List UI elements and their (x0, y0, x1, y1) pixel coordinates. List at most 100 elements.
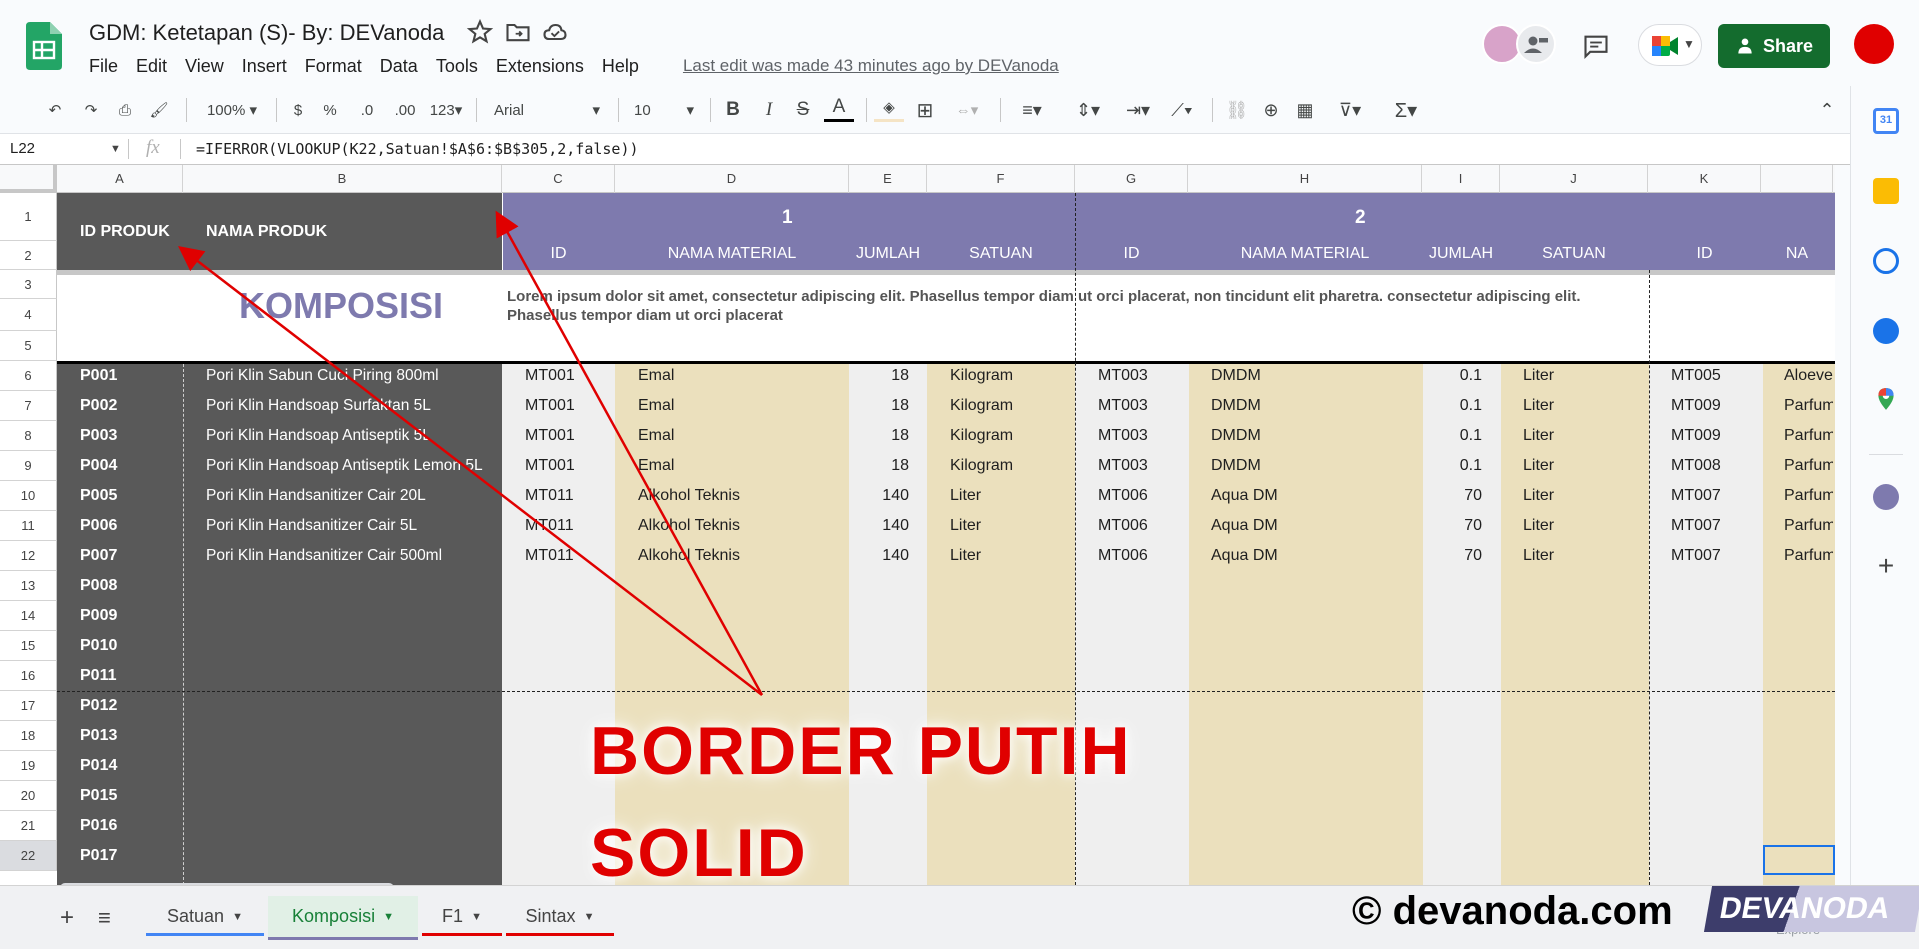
percent-format-button[interactable]: % (318, 94, 342, 126)
undo-icon[interactable]: ↶ (40, 94, 70, 126)
account-avatar[interactable] (1854, 24, 1894, 64)
row-header[interactable]: 6 (0, 361, 57, 391)
add-sheet-icon[interactable]: + (60, 900, 74, 936)
row-header[interactable]: 19 (0, 751, 57, 781)
insert-link-icon[interactable]: ⛓ (1222, 94, 1252, 126)
filter-icon[interactable]: ⊽▾ (1328, 94, 1372, 126)
star-icon[interactable] (466, 18, 494, 46)
document-title[interactable]: GDM: Ketetapan (S)- By: DEVanoda (89, 20, 444, 46)
print-icon[interactable]: ⎙ (110, 94, 140, 126)
zoom-select[interactable]: 100% ▾ (196, 94, 268, 126)
cloud-status-icon[interactable] (541, 18, 569, 46)
menu-edit[interactable]: Edit (136, 56, 167, 77)
menu-help[interactable]: Help (602, 56, 639, 77)
row-header[interactable]: 4 (0, 299, 57, 331)
tab-f1[interactable]: F1 ▼ (422, 900, 502, 936)
column-header[interactable]: H (1188, 165, 1422, 193)
select-all-corner[interactable] (0, 165, 57, 193)
share-button[interactable]: Share (1718, 24, 1830, 68)
row-header[interactable]: 18 (0, 721, 57, 751)
row-header[interactable]: 12 (0, 541, 57, 571)
move-folder-icon[interactable] (504, 18, 532, 46)
row-header[interactable]: 20 (0, 781, 57, 811)
tab-sintax[interactable]: Sintax ▼ (506, 900, 614, 936)
menu-insert[interactable]: Insert (242, 56, 287, 77)
row-header[interactable]: 11 (0, 511, 57, 541)
text-wrapping-icon[interactable]: ⇥▾ (1116, 94, 1160, 126)
decrease-decimal-button[interactable]: .0 (352, 94, 382, 126)
row-header[interactable]: 21 (0, 811, 57, 841)
column-header[interactable]: D (615, 165, 849, 193)
all-sheets-icon[interactable]: ≡ (98, 900, 111, 936)
menu-format[interactable]: Format (305, 56, 362, 77)
tab-satuan[interactable]: Satuan ▼ (146, 900, 264, 936)
bold-icon[interactable]: B (718, 94, 748, 126)
row-header[interactable]: 7 (0, 391, 57, 421)
menu-view[interactable]: View (185, 56, 224, 77)
menu-extensions[interactable]: Extensions (496, 56, 584, 77)
row-header[interactable]: 1 (0, 193, 57, 241)
meet-button[interactable]: ▼ (1638, 24, 1702, 66)
row-header[interactable]: 3 (0, 270, 57, 299)
vertical-align-icon[interactable]: ⇕▾ (1066, 94, 1110, 126)
row-header[interactable]: 22 (0, 841, 57, 871)
row-header[interactable]: 13 (0, 571, 57, 601)
borders-icon[interactable]: ⊞ (910, 94, 940, 126)
increase-decimal-button[interactable]: .00 (388, 94, 422, 126)
column-header[interactable]: G (1075, 165, 1188, 193)
row-header[interactable]: 2 (0, 241, 57, 270)
row-header[interactable]: 10 (0, 481, 57, 511)
row-header[interactable]: 15 (0, 631, 57, 661)
row-header[interactable]: 16 (0, 661, 57, 691)
column-header[interactable] (1761, 165, 1833, 193)
row-header[interactable]: 14 (0, 601, 57, 631)
insert-chart-icon[interactable]: ▦ (1290, 94, 1320, 126)
italic-icon[interactable]: I (754, 94, 784, 126)
strikethrough-icon[interactable]: S (788, 94, 818, 126)
comment-history-icon[interactable] (1582, 32, 1610, 60)
plus-icon[interactable]: + (1873, 552, 1899, 580)
currency-format-button[interactable]: $ (286, 94, 310, 126)
fill-color-icon[interactable]: ◈ (874, 94, 904, 122)
column-header[interactable]: E (849, 165, 927, 193)
insert-comment-icon[interactable]: ⊕ (1256, 94, 1286, 126)
name-box[interactable]: L22 (10, 140, 35, 157)
paint-format-icon[interactable]: 🖌 (144, 94, 174, 126)
text-rotation-icon[interactable]: ⟋▾ (1160, 94, 1204, 126)
column-header[interactable]: K (1648, 165, 1761, 193)
calendar-icon[interactable]: 31 (1873, 108, 1899, 134)
anonymous-viewer-avatar[interactable] (1516, 24, 1556, 64)
row-header[interactable]: 17 (0, 691, 57, 721)
horizontal-align-icon[interactable]: ≡▾ (1010, 94, 1054, 126)
chevron-down-icon[interactable]: ▼ (110, 143, 121, 155)
font-size-select[interactable]: 10 ▾ (626, 94, 702, 126)
menu-file[interactable]: File (89, 56, 118, 77)
tasks-icon[interactable] (1873, 248, 1899, 274)
last-edit-link[interactable]: Last edit was made 43 minutes ago by DEV… (683, 56, 1059, 76)
text-color-icon[interactable]: A (824, 94, 854, 122)
tab-komposisi[interactable]: Komposisi ▼ (268, 896, 418, 940)
addon-icon[interactable] (1873, 484, 1899, 510)
keep-icon[interactable] (1873, 178, 1899, 204)
column-header[interactable]: A (57, 165, 183, 193)
functions-icon[interactable]: Σ▾ (1384, 94, 1428, 126)
column-header[interactable]: C (502, 165, 615, 193)
sheets-logo-icon[interactable] (26, 22, 62, 70)
font-family-select[interactable]: Arial ▾ (486, 94, 608, 126)
row-header[interactable]: 5 (0, 331, 57, 361)
column-header[interactable]: B (183, 165, 502, 193)
menu-tools[interactable]: Tools (436, 56, 478, 77)
column-header[interactable]: I (1422, 165, 1500, 193)
formula-input[interactable]: =IFERROR(VLOOKUP(K22,Satuan!$A$6:$B$305,… (196, 140, 639, 158)
column-header[interactable]: J (1500, 165, 1648, 193)
collapse-toolbar-icon[interactable]: ⌃ (1812, 94, 1842, 126)
row-header[interactable]: 9 (0, 451, 57, 481)
maps-icon[interactable] (1873, 386, 1899, 412)
more-formats-select[interactable]: 123 ▾ (424, 94, 468, 126)
row-header[interactable]: 8 (0, 421, 57, 451)
redo-icon[interactable]: ↷ (76, 94, 106, 126)
merge-cells-icon[interactable]: ⇔▾ (946, 94, 988, 126)
column-header[interactable]: F (927, 165, 1075, 193)
menu-data[interactable]: Data (380, 56, 418, 77)
contacts-icon[interactable] (1873, 318, 1899, 344)
